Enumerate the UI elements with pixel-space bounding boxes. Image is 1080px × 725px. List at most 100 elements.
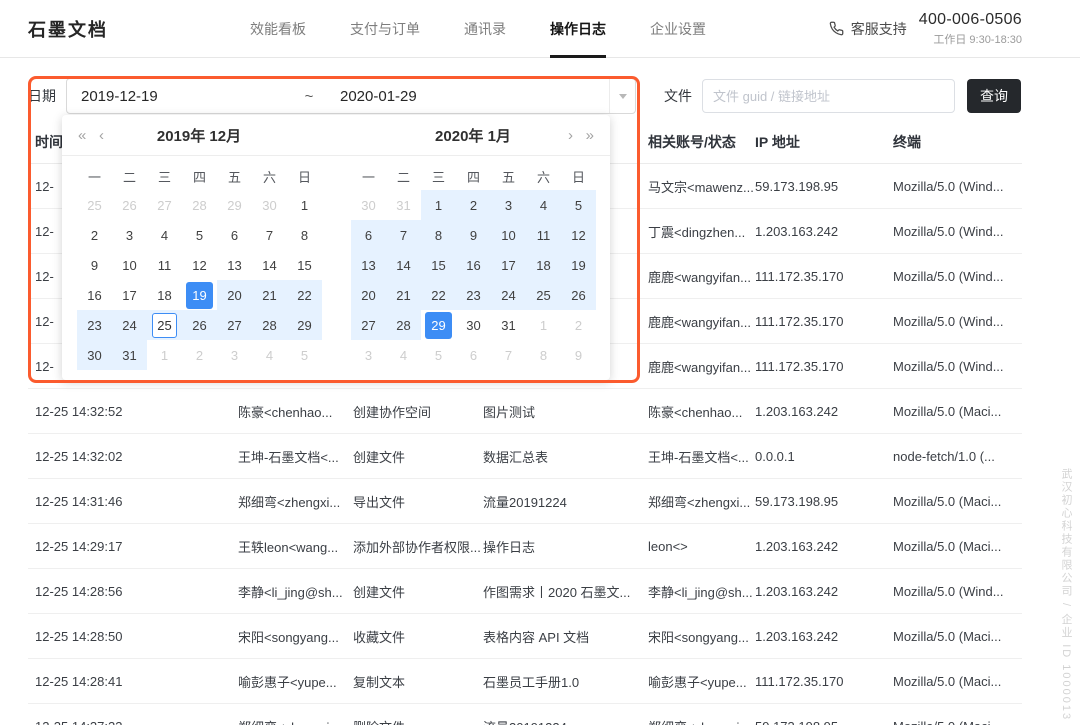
date-range-input[interactable]: 2019-12-19 ~ 2020-01-29 — [66, 78, 636, 114]
calendar-day[interactable]: 30 — [351, 190, 386, 220]
calendar-day[interactable]: 31 — [386, 190, 421, 220]
calendar-day[interactable]: 22 — [421, 280, 456, 310]
calendar-day[interactable]: 12 — [182, 250, 217, 280]
calendar-day[interactable]: 11 — [526, 220, 561, 250]
calendar-day[interactable]: 3 — [351, 340, 386, 370]
date-end-value[interactable]: 2020-01-29 — [326, 88, 609, 105]
calendar-day[interactable]: 8 — [287, 220, 322, 250]
calendar-day[interactable]: 5 — [182, 220, 217, 250]
calendar-day[interactable]: 14 — [386, 250, 421, 280]
calendar-day[interactable]: 14 — [252, 250, 287, 280]
calendar-day[interactable]: 27 — [351, 310, 386, 340]
calendar-day[interactable]: 8 — [421, 220, 456, 250]
calendar-day[interactable]: 29 — [421, 310, 456, 340]
calendar-day[interactable]: 18 — [526, 250, 561, 280]
nav-item-enterprise-settings[interactable]: 企业设置 — [628, 0, 728, 58]
calendar-day[interactable]: 30 — [77, 340, 112, 370]
calendar-day[interactable]: 10 — [491, 220, 526, 250]
nav-item-performance-board[interactable]: 效能看板 — [228, 0, 328, 58]
calendar-day[interactable]: 23 — [456, 280, 491, 310]
calendar-day[interactable]: 4 — [386, 340, 421, 370]
file-search-input[interactable] — [702, 79, 955, 113]
calendar-day[interactable]: 21 — [252, 280, 287, 310]
calendar-day[interactable]: 2 — [456, 190, 491, 220]
calendar-day[interactable]: 16 — [456, 250, 491, 280]
calendar-day[interactable]: 4 — [147, 220, 182, 250]
calendar-day[interactable]: 1 — [147, 340, 182, 370]
calendar-day[interactable]: 4 — [252, 340, 287, 370]
calendar-day[interactable]: 7 — [252, 220, 287, 250]
calendar-day[interactable]: 1 — [287, 190, 322, 220]
calendar-day[interactable]: 26 — [182, 310, 217, 340]
nav-item-contacts[interactable]: 通讯录 — [442, 0, 528, 58]
calendar-day[interactable]: 24 — [112, 310, 147, 340]
calendar-day[interactable]: 27 — [217, 310, 252, 340]
calendar-day[interactable]: 29 — [287, 310, 322, 340]
calendar-day[interactable]: 31 — [112, 340, 147, 370]
calendar-day[interactable]: 9 — [561, 340, 596, 370]
calendar-day[interactable]: 26 — [561, 280, 596, 310]
calendar-day[interactable]: 6 — [351, 220, 386, 250]
calendar-day[interactable]: 22 — [287, 280, 322, 310]
calendar-day[interactable]: 3 — [491, 190, 526, 220]
calendar-day[interactable]: 18 — [147, 280, 182, 310]
calendar-day[interactable]: 16 — [77, 280, 112, 310]
calendar-day[interactable]: 25 — [526, 280, 561, 310]
calendar-day[interactable]: 4 — [526, 190, 561, 220]
support-label[interactable]: 客服支持 — [851, 19, 907, 39]
calendar-day[interactable]: 12 — [561, 220, 596, 250]
calendar-day[interactable]: 19 — [182, 280, 217, 310]
calendar-day[interactable]: 28 — [386, 310, 421, 340]
calendar-day[interactable]: 17 — [491, 250, 526, 280]
calendar-day[interactable]: 27 — [147, 190, 182, 220]
calendar-day[interactable]: 5 — [287, 340, 322, 370]
query-button[interactable]: 查询 — [967, 79, 1021, 113]
calendar-day[interactable]: 31 — [491, 310, 526, 340]
calendar-day[interactable]: 2 — [182, 340, 217, 370]
calendar-super-prev-icon[interactable]: « — [74, 115, 90, 156]
date-start-value[interactable]: 2019-12-19 — [67, 88, 292, 105]
calendar-day[interactable]: 5 — [421, 340, 456, 370]
calendar-day[interactable]: 2 — [77, 220, 112, 250]
calendar-day[interactable]: 28 — [182, 190, 217, 220]
calendar-day[interactable]: 15 — [287, 250, 322, 280]
calendar-day[interactable]: 17 — [112, 280, 147, 310]
calendar-day[interactable]: 21 — [386, 280, 421, 310]
calendar-day[interactable]: 3 — [217, 340, 252, 370]
calendar-day[interactable]: 10 — [112, 250, 147, 280]
calendar-day[interactable]: 23 — [77, 310, 112, 340]
date-dropdown-suffix[interactable] — [609, 79, 635, 113]
calendar-day[interactable]: 20 — [217, 280, 252, 310]
calendar-day[interactable]: 25 — [77, 190, 112, 220]
calendar-day[interactable]: 9 — [456, 220, 491, 250]
nav-item-payment-orders[interactable]: 支付与订单 — [328, 0, 442, 58]
calendar-next-icon[interactable]: › — [564, 115, 577, 156]
calendar-day[interactable]: 1 — [526, 310, 561, 340]
calendar-day[interactable]: 26 — [112, 190, 147, 220]
calendar-day[interactable]: 13 — [351, 250, 386, 280]
calendar-day[interactable]: 19 — [561, 250, 596, 280]
calendar-day[interactable]: 3 — [112, 220, 147, 250]
calendar-day[interactable]: 25 — [147, 310, 182, 340]
calendar-day[interactable]: 7 — [491, 340, 526, 370]
calendar-day[interactable]: 29 — [217, 190, 252, 220]
calendar-day[interactable]: 1 — [421, 190, 456, 220]
calendar-day[interactable]: 30 — [252, 190, 287, 220]
calendar-day[interactable]: 2 — [561, 310, 596, 340]
calendar-day[interactable]: 5 — [561, 190, 596, 220]
calendar-day[interactable]: 6 — [456, 340, 491, 370]
calendar-day[interactable]: 28 — [252, 310, 287, 340]
app-logo[interactable]: 石墨文档 — [28, 16, 108, 42]
calendar-day[interactable]: 24 — [491, 280, 526, 310]
calendar-day[interactable]: 9 — [77, 250, 112, 280]
calendar-day[interactable]: 7 — [386, 220, 421, 250]
calendar-day[interactable]: 15 — [421, 250, 456, 280]
calendar-prev-icon[interactable]: ‹ — [95, 115, 108, 156]
calendar-day[interactable]: 6 — [217, 220, 252, 250]
calendar-day[interactable]: 20 — [351, 280, 386, 310]
calendar-day[interactable]: 30 — [456, 310, 491, 340]
nav-item-operation-logs[interactable]: 操作日志 — [528, 0, 628, 58]
calendar-super-next-icon[interactable]: » — [582, 115, 598, 156]
calendar-day[interactable]: 8 — [526, 340, 561, 370]
calendar-day[interactable]: 11 — [147, 250, 182, 280]
